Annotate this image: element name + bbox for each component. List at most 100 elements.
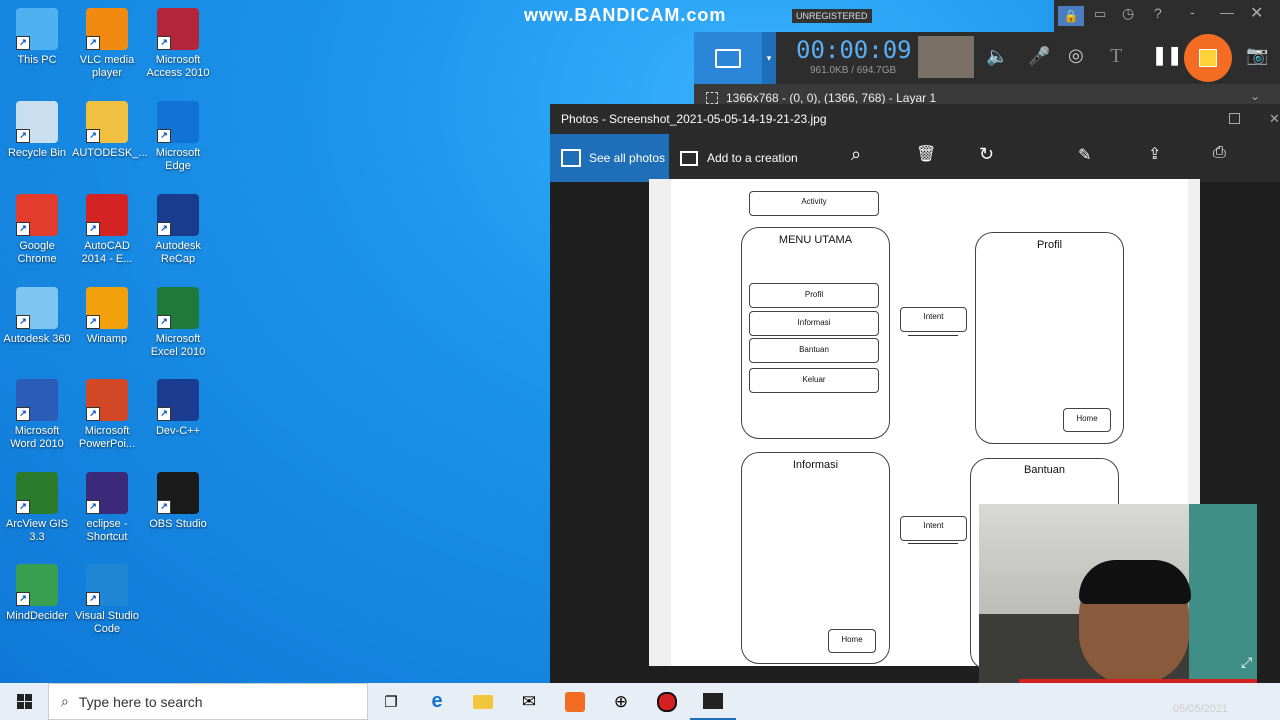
desktop-icon-label: This PC [17, 54, 57, 66]
search-placeholder: Type here to search [78, 693, 203, 710]
photos-icon [703, 692, 723, 709]
desktop-icon-label: Microsoft PowerPoi... [78, 425, 136, 450]
region-checkbox[interactable] [706, 92, 718, 104]
desktop-icon[interactable]: ↗ Google Chrome [2, 194, 72, 266]
taskbar-file-explorer[interactable] [460, 683, 506, 720]
shortcut-arrow-icon: ↗ [16, 592, 30, 606]
recycle-bin-icon: ↗ [16, 101, 58, 143]
minimize-icon[interactable]: ‐ [1190, 4, 1195, 20]
stop-button[interactable] [1184, 34, 1232, 82]
cursor-effect-icon[interactable]: ◎ [1068, 45, 1084, 66]
photos-icon [561, 149, 581, 167]
shortcut-arrow-icon: ↗ [16, 129, 30, 143]
desktop-icon[interactable]: ↗ Visual Studio Code [72, 564, 142, 636]
share-icon[interactable]: ⇪ [1148, 144, 1161, 164]
folder-icon: ↗ [86, 101, 128, 143]
person-hair [1079, 560, 1191, 604]
desktop-icon[interactable]: ↗ Microsoft Access 2010 [143, 8, 213, 80]
edit-icon[interactable]: ✎ [1078, 145, 1091, 165]
shortcut-arrow-icon: ↗ [86, 592, 100, 606]
clock-icon[interactable]: ◷ [1122, 5, 1134, 22]
desktop-icon-label: Google Chrome [17, 240, 57, 265]
restore-icon[interactable]: — [1220, 4, 1234, 20]
webcam-thumbnail [918, 36, 974, 78]
desktop-icon[interactable]: ↗ MindDecider [2, 564, 72, 623]
delete-icon[interactable]: 🗑 [916, 144, 936, 164]
desktop-icon[interactable]: ↗ Microsoft Edge [143, 101, 213, 173]
desktop-icon[interactable]: ↗ Autodesk 360 [2, 287, 72, 346]
desktop-icon[interactable]: ↗ Dev-C++ [143, 379, 213, 438]
maximize-icon[interactable] [1229, 113, 1240, 124]
desktop-icon[interactable]: ↗ eclipse - Shortcut [72, 472, 142, 544]
mode-dropdown[interactable]: ▾ [762, 32, 776, 84]
screen-mode-button[interactable] [694, 32, 762, 84]
folder-icon [473, 694, 493, 709]
desktop-icon[interactable]: ↗ VLC media player [72, 8, 142, 80]
camera-icon[interactable]: 📷 [1246, 45, 1268, 66]
intent-box-2: Intent [900, 516, 967, 541]
shortcut-arrow-icon: ↗ [157, 500, 171, 514]
unregistered-badge: UNREGISTERED [792, 9, 872, 23]
intent-arrow-1 [908, 335, 958, 336]
task-view-button[interactable]: ❐ [368, 683, 414, 720]
desktop-icon[interactable]: ↗ ArcView GIS 3.3 [2, 472, 72, 544]
shortcut-arrow-icon: ↗ [16, 500, 30, 514]
taskbar-photos[interactable] [690, 683, 736, 720]
desktop-icon-label: Microsoft Word 2010 [10, 425, 64, 450]
desktop-icon[interactable]: ↗ Winamp [72, 287, 142, 346]
desktop-icon[interactable]: ↗ OBS Studio [143, 472, 213, 531]
menu-item-profil: Profil [749, 283, 879, 308]
taskbar-edge[interactable]: e [414, 683, 460, 720]
autodesk360-icon: ↗ [16, 287, 58, 329]
intent-arrow-2 [908, 543, 958, 544]
folder-icon[interactable]: ▭ [1094, 6, 1106, 22]
zoom-icon[interactable]: ⌕ [851, 144, 861, 165]
microphone-icon[interactable]: 🎤 [1028, 46, 1050, 67]
chevron-down-icon[interactable]: ⌄ [1250, 89, 1260, 103]
desktop-icon[interactable]: ↗ Microsoft Excel 2010 [143, 287, 213, 359]
see-all-photos-button[interactable]: See all photos [550, 134, 669, 182]
taskbar-arcview[interactable]: ⊕ [598, 683, 644, 720]
shortcut-arrow-icon: ↗ [16, 315, 30, 329]
obs-icon: ↗ [157, 472, 199, 514]
taskbar-mail[interactable]: ✉ [506, 683, 552, 720]
desktop-icon[interactable]: ↗ AUTODESK_... [72, 101, 148, 160]
print-icon[interactable]: ⎙ [1213, 144, 1226, 162]
desktop-icon[interactable]: ↗ AutoCAD 2014 - E... [72, 194, 142, 266]
arcview-icon: ⊕ [613, 691, 629, 711]
speaker-icon[interactable]: 🔈 [986, 46, 1008, 67]
pause-icon[interactable]: ❚❚ [1152, 45, 1182, 66]
rotate-icon[interactable]: ↻ [979, 144, 994, 165]
expand-icon[interactable]: ⤢ [1241, 654, 1252, 671]
record-timer: 00:00:09 [796, 36, 912, 64]
desktop-icon-label: Autodesk 360 [3, 333, 71, 345]
shortcut-arrow-icon: ↗ [16, 222, 30, 236]
search-box[interactable]: ⌕ Type here to search [48, 683, 368, 720]
desktop-icon-label: Microsoft Edge [155, 147, 201, 172]
shortcut-arrow-icon: ↗ [157, 36, 171, 50]
close-window-icon[interactable]: ✕ [1269, 104, 1280, 134]
desktop-icon-label: Visual Studio Code [74, 610, 139, 635]
diagram-activity-box: Activity [749, 191, 879, 216]
taskbar-bandicam[interactable] [644, 683, 690, 720]
desktop-icon-label: Microsoft Access 2010 [146, 54, 210, 79]
shortcut-arrow-icon: ↗ [86, 129, 100, 143]
add-to-creation-button[interactable]: Add to a creation [680, 150, 798, 166]
record-icon [657, 691, 677, 712]
taskbar-xampp[interactable] [552, 683, 598, 720]
desktop-icon[interactable]: ↗ Microsoft PowerPoi... [72, 379, 142, 451]
desktop-icon[interactable]: ↗ This PC [2, 8, 72, 67]
photos-toolbar: See all photos Add to a creation ⌕ 🗑 ↻ ✎… [550, 134, 1280, 182]
word-icon: ↗ [16, 379, 58, 421]
text-overlay-icon[interactable]: T [1110, 45, 1122, 68]
desktop-icon[interactable]: ↗ Recycle Bin [2, 101, 72, 160]
lock-icon[interactable]: 🔒 [1058, 6, 1084, 26]
desktop-icon-label: OBS Studio [149, 518, 207, 530]
help-icon[interactable]: ? [1154, 5, 1162, 21]
shortcut-arrow-icon: ↗ [157, 222, 171, 236]
desktop-icon[interactable]: ↗ Microsoft Word 2010 [2, 379, 72, 451]
desktop-icon[interactable]: ↗ Autodesk ReCap [143, 194, 213, 266]
start-button[interactable] [0, 683, 48, 720]
close-icon[interactable]: ✕ [1250, 3, 1263, 23]
profil-title: Profil [1036, 239, 1063, 251]
